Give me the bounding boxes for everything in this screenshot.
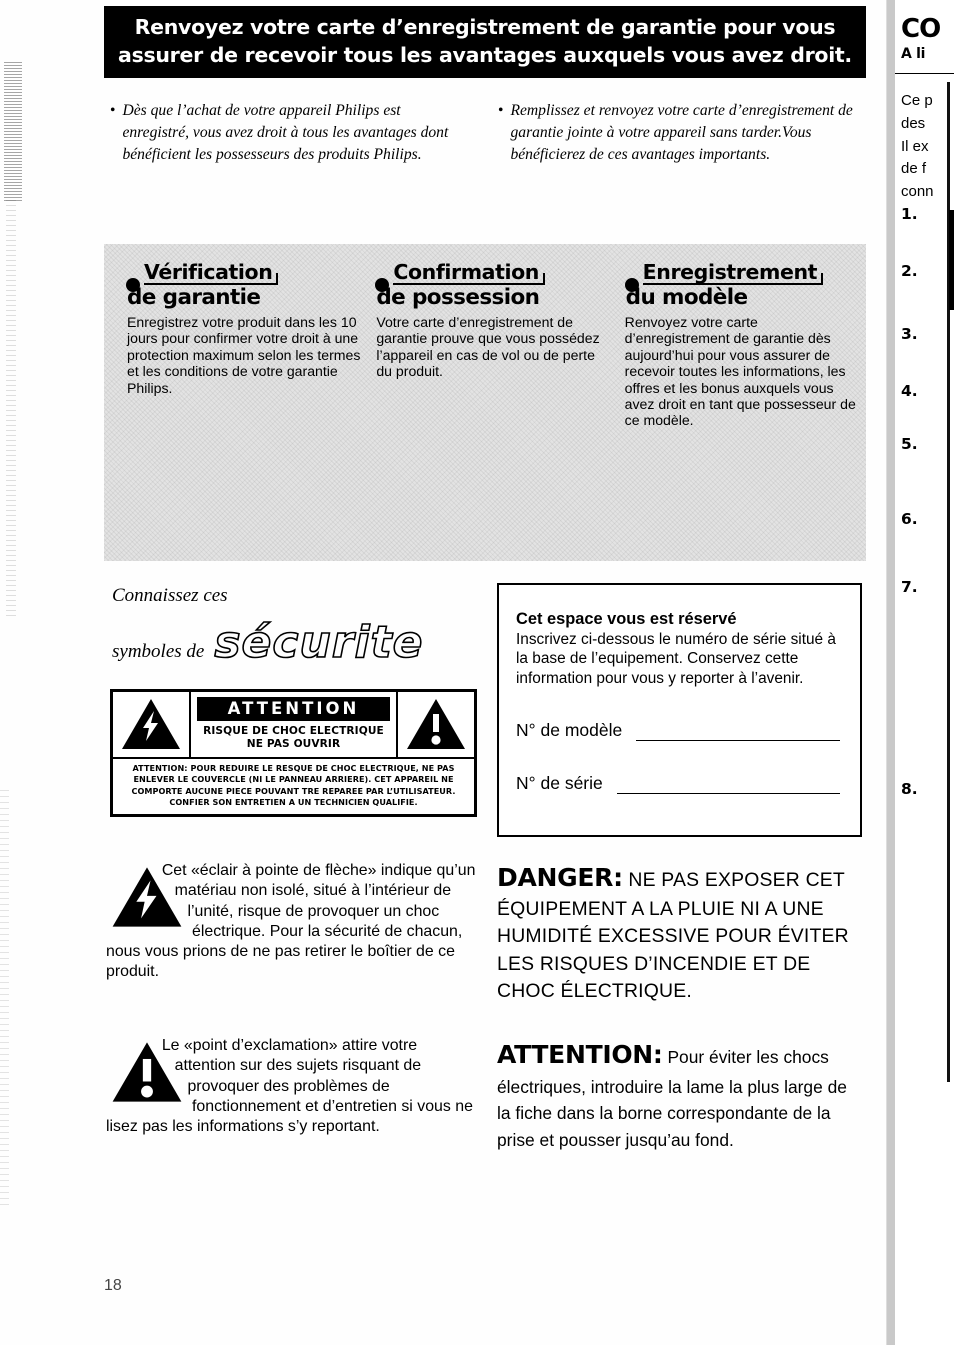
column-heading-line1: Confirmation xyxy=(393,261,546,286)
adjacent-page-number-4: 4. xyxy=(901,382,918,400)
adjacent-page-ink-block xyxy=(949,210,954,310)
benefits-column-verification: Vérification de garantie Enregistrez vot… xyxy=(126,261,367,429)
heading-bullet-icon xyxy=(126,278,140,292)
reserved-space-title: Cet espace vous est réservé xyxy=(516,610,737,628)
warning-box-center: ATTENTION RISQUE DE CHOC ELECTRIQUE NE P… xyxy=(191,692,396,757)
adjacent-page-number-3: 3. xyxy=(901,325,918,343)
document-page: Renvoyez votre carte d’enregistrement de… xyxy=(0,0,954,1345)
attention-note-paragraph: ATTENTION: Pour éviter les chocs électri… xyxy=(497,1036,859,1153)
column-body-text: Renvoyez votre carte d’enregistrement de… xyxy=(624,313,856,429)
model-number-label: N° de modèle xyxy=(516,720,623,741)
adjacent-page-strip: CO A li Ce p des Il ex de f conn 1. 2. 3… xyxy=(886,0,954,1345)
column-heading-line1: Enregistrement xyxy=(642,261,824,286)
list-item-text: Remplissez et renvoyez votre carte d’enr… xyxy=(510,102,853,163)
exclamation-triangle-icon xyxy=(396,692,474,757)
electrical-warning-box: ATTENTION RISQUE DE CHOC ELECTRIQUE NE P… xyxy=(110,689,477,817)
warning-footer-text: ATTENTION: POUR REDUIRE LE RESQUE DE CHO… xyxy=(131,762,456,808)
safety-symbols-heading-prefix: symboles de xyxy=(112,641,205,662)
model-number-input[interactable] xyxy=(636,724,840,742)
warning-subtitle-line2: NE PAS OUVRIR xyxy=(246,737,341,750)
list-item: • Dès que l’achat de votre appareil Phil… xyxy=(110,100,470,165)
safety-symbols-heading-line1: Connaissez ces xyxy=(112,585,228,606)
attention-note-heading: ATTENTION: xyxy=(497,1040,663,1069)
adjacent-page-text: Ce p des Il ex de f conn xyxy=(901,92,934,201)
benefits-column-enregistrement: Enregistrement du modèle Renvoyez votre … xyxy=(624,261,866,429)
adjacent-page-number-2: 2. xyxy=(901,262,918,280)
page-number: 18 xyxy=(104,1277,122,1294)
warning-subtitle-line1: RISQUE DE CHOC ELECTRIQUE xyxy=(203,725,384,737)
column-heading: Confirmation de possession xyxy=(375,261,610,311)
serial-number-label: N° de série xyxy=(516,773,603,794)
bullet-marker-icon: • xyxy=(498,102,504,119)
scan-artifact xyxy=(4,62,22,202)
attention-note: ATTENTION: Pour éviter les chocs électri… xyxy=(497,1036,859,1153)
benefits-column-confirmation: Confirmation de possession Votre carte d… xyxy=(375,261,616,429)
bullet-marker-icon: • xyxy=(110,102,116,119)
serial-number-input[interactable] xyxy=(616,777,840,795)
list-item-text: Dès que l’achat de votre appareil Philip… xyxy=(122,102,449,163)
column-heading-line1: Vérification xyxy=(144,261,279,286)
adjacent-page-number-6: 6. xyxy=(901,510,918,528)
exclamation-symbol-explanation: Le «point d’exclamation» attire votre at… xyxy=(106,1036,478,1137)
column-heading: Vérification de garantie xyxy=(126,261,361,311)
warning-title: ATTENTION xyxy=(197,697,390,721)
warning-box-top: ATTENTION RISQUE DE CHOC ELECTRIQUE NE P… xyxy=(113,692,474,759)
adjacent-page-number-1: 1. xyxy=(901,205,918,223)
lightning-symbol-explanation: Cet «éclair à pointe de flèche» indique … xyxy=(106,861,478,983)
reserved-space-box: Cet espace vous est réservé Inscrivez ci… xyxy=(497,583,862,837)
danger-note-heading: DANGER: xyxy=(497,863,623,892)
serial-number-field[interactable]: N° de série xyxy=(516,773,840,795)
safety-symbols-heading-line2: symboles de sécurite xyxy=(112,617,492,668)
column-heading: Enregistrement du modèle xyxy=(624,261,860,311)
scan-artifact-edge xyxy=(6,200,16,620)
column-body-text: Enregistrez votre produit dans les 10 jo… xyxy=(127,313,361,396)
danger-note: DANGER: NE PAS EXPOSER CET ÉQUIPEMENT A … xyxy=(497,860,859,1006)
adjacent-page-number-7: 7. xyxy=(901,578,918,596)
safety-symbols-heading: Connaissez ces symboles de sécurite xyxy=(112,585,492,668)
header-banner-text: Renvoyez votre carte d’enregistrement de… xyxy=(118,15,852,67)
header-banner: Renvoyez votre carte d’enregistrement de… xyxy=(104,6,866,78)
scan-artifact-edge-lower xyxy=(0,790,9,1210)
adjacent-page-title: CO xyxy=(901,14,941,44)
lightning-bolt-triangle-icon xyxy=(113,692,191,757)
column-heading-line2: de garantie xyxy=(127,285,261,311)
adjacent-page-number-5: 5. xyxy=(901,435,918,453)
column-body-text: Votre carte d’enregistrement de garantie… xyxy=(376,313,600,380)
safety-symbols-outline-word: sécurite xyxy=(214,617,424,668)
benefits-columns: Vérification de garantie Enregistrez vot… xyxy=(104,261,866,429)
danger-note-paragraph: DANGER: NE PAS EXPOSER CET ÉQUIPEMENT A … xyxy=(497,860,859,1006)
model-number-field[interactable]: N° de modèle xyxy=(516,720,840,742)
column-heading-line2: de possession xyxy=(376,285,540,311)
list-item: • Remplissez et renvoyez votre carte d’e… xyxy=(498,100,858,165)
heading-bullet-icon xyxy=(624,278,639,292)
adjacent-page-number-8: 8. xyxy=(901,780,918,798)
adjacent-page-subtitle: A li xyxy=(901,46,926,62)
page-gutter xyxy=(887,0,895,1345)
intro-bullet-list: • Dès que l’achat de votre appareil Phil… xyxy=(110,100,866,165)
column-heading-line2: du modèle xyxy=(625,285,748,311)
reserved-space-body: Inscrivez ci-dessous le numéro de série … xyxy=(516,631,836,687)
